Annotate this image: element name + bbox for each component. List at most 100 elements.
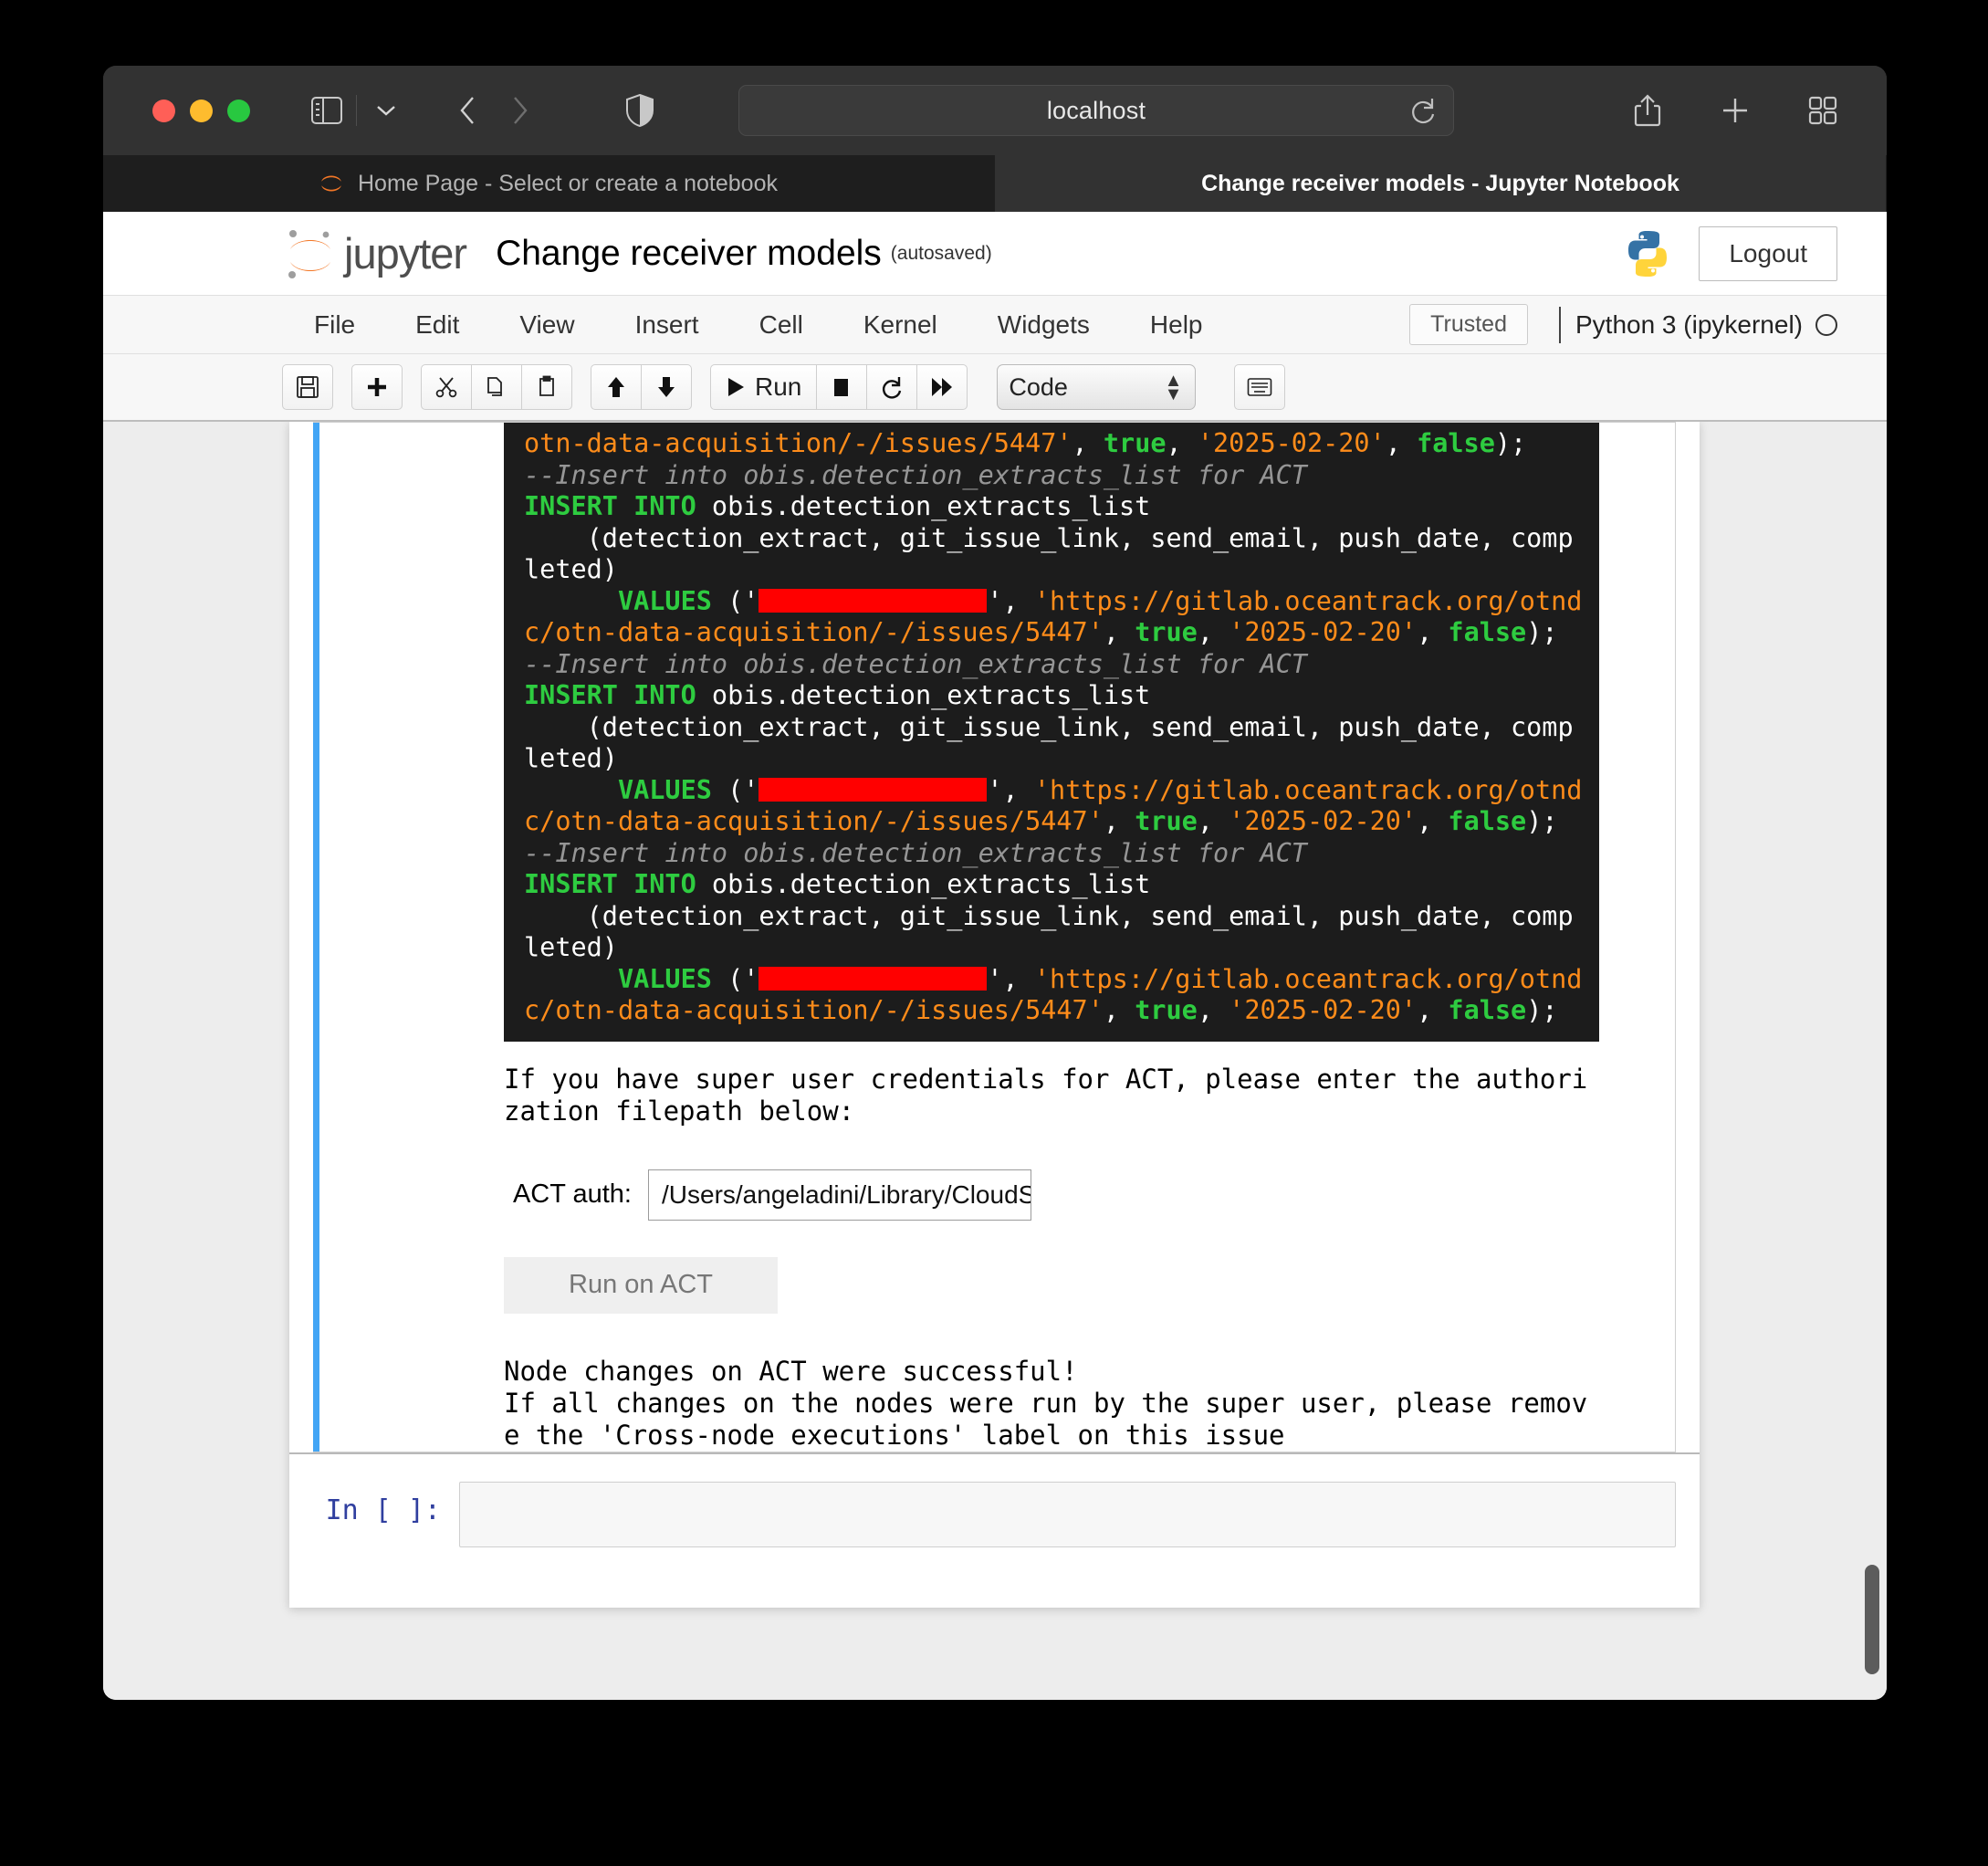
chevron-down-icon[interactable] [361, 85, 412, 136]
redacted-value [759, 588, 988, 613]
code-token: , [1103, 806, 1135, 836]
redacted-value [759, 966, 988, 991]
code-token: , [1385, 428, 1418, 458]
maximize-window-button[interactable] [227, 99, 250, 122]
code-token: VALUES [617, 585, 712, 616]
code-token: '2025-02-20' [1197, 428, 1386, 458]
menu-help[interactable]: Help [1120, 296, 1233, 354]
menu-kernel[interactable]: Kernel [833, 296, 968, 354]
menu-widgets[interactable]: Widgets [968, 296, 1120, 354]
menu-view[interactable]: View [489, 296, 604, 354]
header-right-controls: Logout [1622, 225, 1837, 281]
logout-button[interactable]: Logout [1699, 225, 1837, 281]
privacy-shield-icon[interactable] [614, 85, 665, 136]
code-token: , [1072, 428, 1104, 458]
jupyter-favicon-icon [321, 175, 341, 192]
code-token: (' [711, 774, 759, 805]
act-auth-input[interactable]: /Users/angeladini/Library/CloudS [648, 1169, 1031, 1221]
notebook-cell-empty-input[interactable]: In [ ]: [289, 1454, 1700, 1571]
restart-kernel-icon[interactable] [866, 364, 918, 410]
notebook-title[interactable]: Change receiver models [496, 234, 882, 274]
browser-toolbar: localhost [103, 66, 1887, 155]
redacted-value [759, 777, 988, 802]
url-text: localhost [1046, 96, 1146, 124]
plus-icon[interactable] [351, 364, 403, 410]
back-arrow-icon[interactable] [443, 85, 494, 136]
browser-tab-label: Home Page - Select or create a notebook [358, 170, 778, 196]
forward-arrow-icon[interactable] [494, 85, 545, 136]
navigation-controls [443, 85, 545, 136]
url-bar[interactable]: localhost [738, 85, 1454, 136]
cell-type-select[interactable]: Code ▲ ▼ [997, 364, 1197, 410]
save-icon[interactable] [282, 364, 333, 410]
kernel-divider [1558, 306, 1561, 343]
sidebar-toggle-icon[interactable] [301, 85, 352, 136]
cell-content: otn-data-acquisition/-/issues/5447', tru… [314, 423, 1675, 1452]
code-token: false [1417, 428, 1495, 458]
code-token: VALUES [617, 774, 712, 805]
code-token: --Insert into obis.detection_extracts_li… [524, 648, 1307, 679]
code-token: '2025-02-20' [1229, 995, 1418, 1025]
reload-icon[interactable] [1409, 96, 1437, 125]
jupyter-logo-icon [288, 229, 330, 278]
minimize-window-button[interactable] [190, 99, 213, 122]
run-button[interactable]: Run [710, 364, 818, 410]
browser-tab-bar: Home Page - Select or create a notebook … [103, 155, 1887, 212]
menu-insert[interactable]: Insert [605, 296, 729, 354]
code-token: (detection_extract, git_issue_link, send… [524, 900, 1574, 963]
notebook-cell-selected[interactable]: otn-data-acquisition/-/issues/5447', tru… [313, 422, 1676, 1452]
browser-tab-change-receiver-models[interactable]: Change receiver models - Jupyter Noteboo… [995, 155, 1887, 212]
code-token: INSERT INTO [524, 680, 696, 710]
code-token: '2025-02-20' [1229, 806, 1418, 836]
code-input-area[interactable] [459, 1481, 1676, 1547]
close-window-button[interactable] [152, 99, 175, 122]
python-logo-icon [1628, 230, 1668, 277]
code-token: obis.detection_extracts_list [696, 491, 1151, 521]
scissors-icon[interactable] [421, 364, 472, 410]
run-on-act-button[interactable]: Run on ACT [504, 1256, 778, 1314]
menu-file[interactable]: File [284, 296, 385, 354]
jupyter-logo[interactable]: jupyter [284, 225, 467, 282]
code-token: (' [711, 963, 759, 994]
toolbar-divider [356, 95, 357, 126]
toolbar-group-add [351, 364, 403, 410]
act-auth-row: ACT auth: /Users/angeladini/Library/Clou… [504, 1169, 1658, 1221]
arrow-up-icon[interactable] [591, 364, 642, 410]
plus-icon[interactable] [1710, 85, 1761, 136]
widget-area: If you have super user credentials for A… [340, 1042, 1658, 1452]
paste-icon[interactable] [521, 364, 572, 410]
kernel-name-label[interactable]: Python 3 (ipykernel) [1575, 310, 1803, 340]
code-token: , [1103, 617, 1135, 647]
code-token: false [1448, 806, 1527, 836]
code-token: obis.detection_extracts_list [696, 680, 1151, 710]
notebook-body: otn-data-acquisition/-/issues/5447', tru… [103, 422, 1887, 1700]
browser-window: localhost Home Page - Select or create a… [103, 66, 1887, 1700]
keyboard-icon[interactable] [1234, 364, 1286, 410]
share-icon[interactable] [1622, 85, 1673, 136]
stop-icon[interactable] [816, 364, 868, 410]
menu-edit[interactable]: Edit [385, 296, 489, 354]
input-prompt-label: In [ ]: [325, 1494, 441, 1526]
code-token: , [1197, 617, 1229, 647]
browser-tab-home-page[interactable]: Home Page - Select or create a notebook [103, 155, 995, 212]
code-token: (detection_extract, git_issue_link, send… [524, 522, 1574, 585]
window-traffic-lights [152, 99, 250, 122]
code-token: --Insert into obis.detection_extracts_li… [524, 459, 1307, 490]
code-token: false [1448, 995, 1527, 1025]
copy-icon[interactable] [471, 364, 522, 410]
menubar-right: Trusted Python 3 (ipykernel) [1409, 304, 1887, 345]
tab-overview-icon[interactable] [1797, 85, 1848, 136]
browser-tab-label: Change receiver models - Jupyter Noteboo… [1201, 170, 1679, 196]
fast-forward-icon[interactable] [916, 364, 968, 410]
code-token: ); [1494, 428, 1527, 458]
code-token: --Insert into obis.detection_extracts_li… [524, 837, 1307, 868]
page-viewport: jupyter Change receiver models (autosave… [103, 212, 1887, 1700]
code-token: , [1166, 428, 1198, 458]
arrow-down-icon[interactable] [641, 364, 692, 410]
page-scrollbar[interactable] [1865, 1565, 1879, 1674]
autosave-status: (autosaved) [890, 242, 992, 264]
code-token: false [1448, 617, 1527, 647]
toolbar-group-keyboard [1234, 364, 1286, 410]
menu-cell[interactable]: Cell [729, 296, 833, 354]
